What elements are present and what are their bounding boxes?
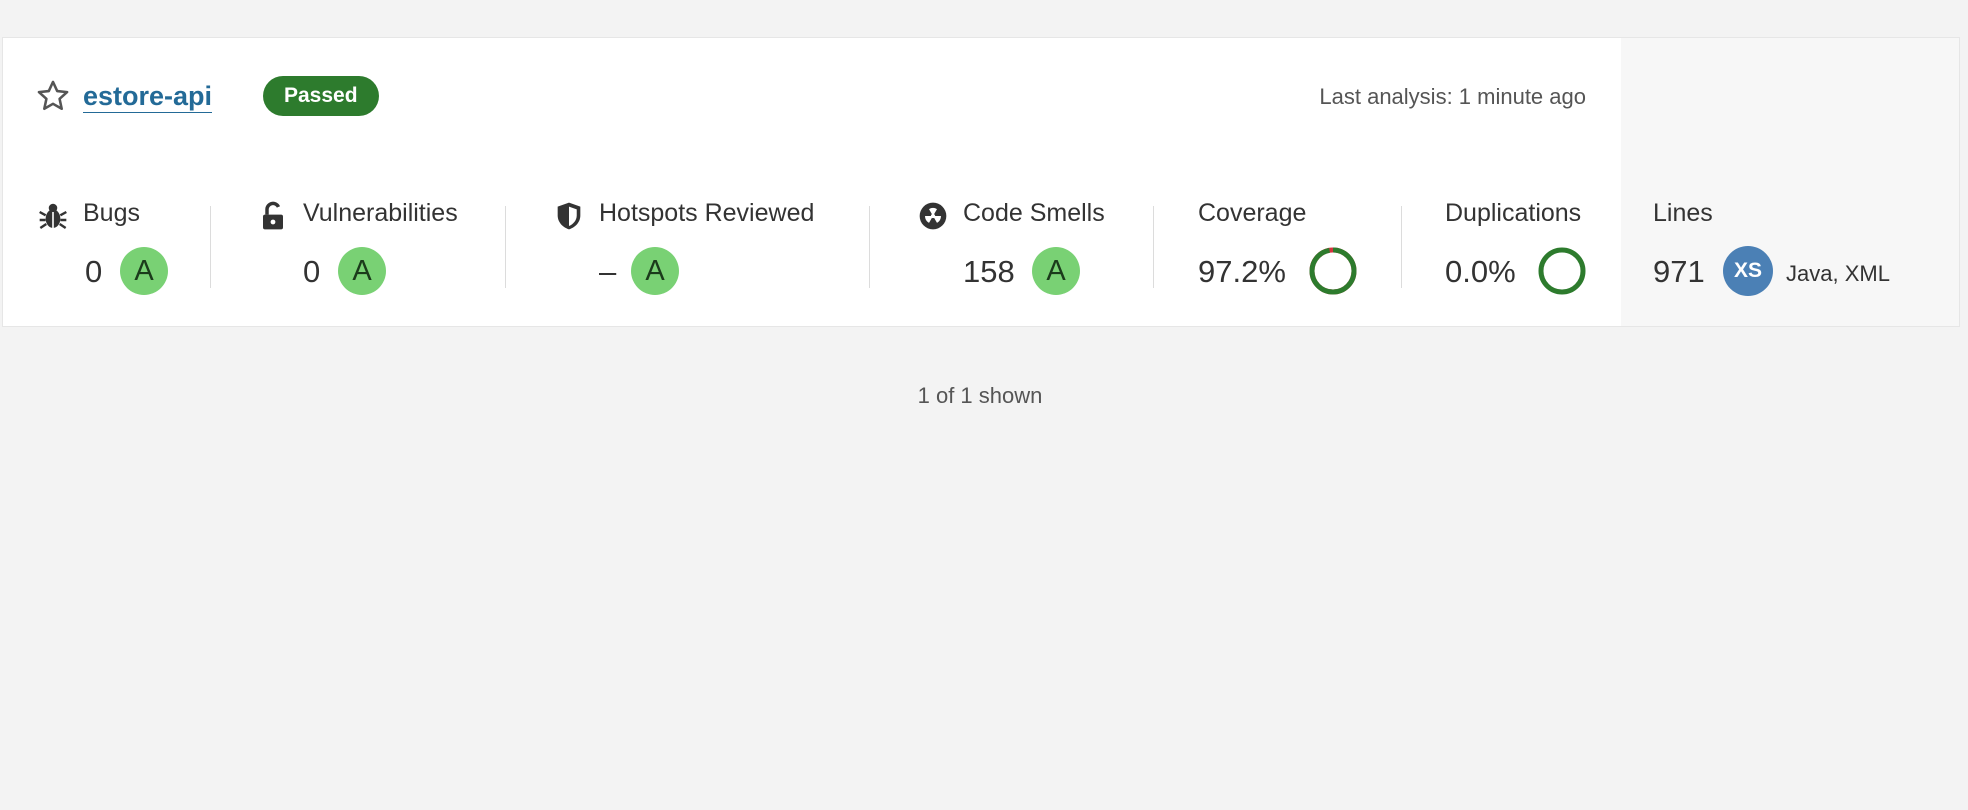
bugs-value[interactable]: 0 <box>85 254 102 290</box>
coverage-donut[interactable] <box>1308 246 1358 296</box>
bugs-rating[interactable]: A <box>120 247 168 295</box>
bugs-label: Bugs <box>83 199 140 227</box>
project-card: estore-api Passed Last analysis: 1 minut… <box>2 37 1960 327</box>
results-count: 1 of 1 shown <box>917 383 1043 408</box>
lines-label: Lines <box>1653 199 1713 227</box>
divider <box>505 206 506 288</box>
duplications-label: Duplications <box>1445 199 1582 227</box>
coverage-value[interactable]: 97.2% <box>1198 254 1286 290</box>
divider <box>869 206 870 288</box>
code-smells-label: Code Smells <box>963 199 1105 227</box>
duplications-donut[interactable] <box>1537 246 1587 296</box>
hotspots-label: Hotspots Reviewed <box>599 199 815 227</box>
lines-value: 971 <box>1653 254 1705 289</box>
vulnerabilities-label: Vulnerabilities <box>303 199 458 227</box>
vulnerabilities-rating[interactable]: A <box>338 247 386 295</box>
radiation-icon <box>919 202 947 230</box>
last-analysis-text: Last analysis: 1 minute ago <box>1319 84 1586 109</box>
vulnerabilities-value[interactable]: 0 <box>303 254 320 290</box>
code-smells-value[interactable]: 158 <box>963 254 1015 290</box>
duplications-value[interactable]: 0.0% <box>1445 254 1516 290</box>
bug-icon <box>39 203 67 229</box>
hotspots-rating[interactable]: A <box>631 247 679 295</box>
shield-icon <box>557 202 581 230</box>
code-smells-rating[interactable]: A <box>1032 247 1080 295</box>
coverage-label: Coverage <box>1198 199 1307 227</box>
project-name-link[interactable]: estore-api <box>83 80 213 113</box>
divider <box>210 206 211 288</box>
star-icon[interactable] <box>35 78 71 114</box>
hotspots-value: – <box>599 254 617 289</box>
languages-text: Java, XML <box>1786 261 1890 286</box>
size-rating-badge: XS <box>1723 246 1773 296</box>
quality-gate-badge: Passed <box>263 76 379 116</box>
divider <box>1153 206 1154 288</box>
divider <box>1401 206 1402 288</box>
lock-open-icon <box>263 201 283 230</box>
